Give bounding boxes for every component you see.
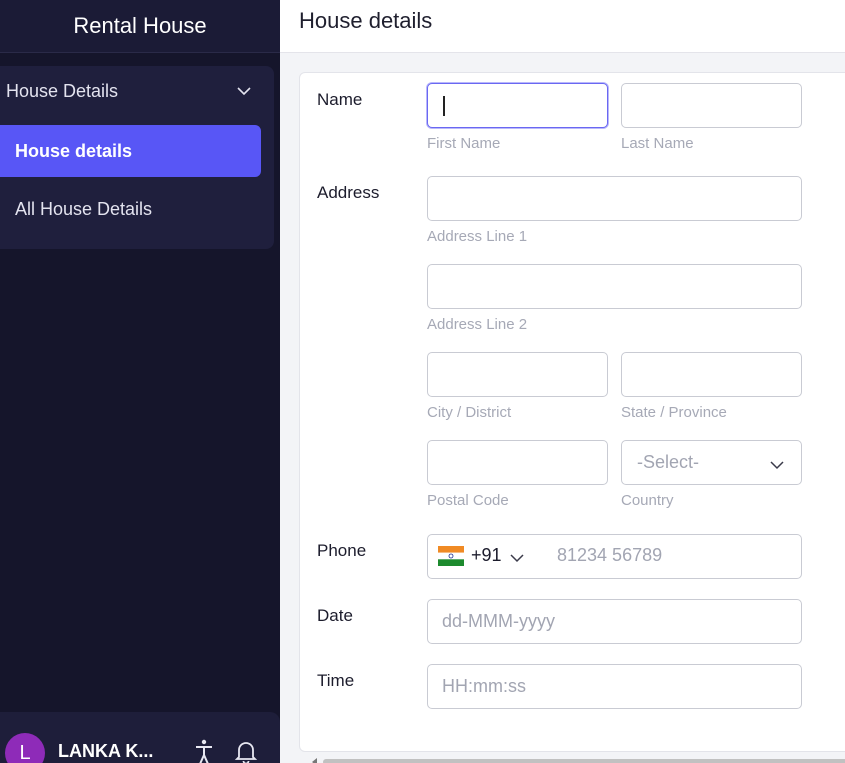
chevron-down-icon	[237, 87, 251, 96]
address-line2-input[interactable]	[427, 264, 802, 309]
sidebar-item-all-house-details[interactable]: All House Details	[0, 183, 261, 235]
top-bar: House details	[280, 0, 845, 53]
time-label: Time	[317, 671, 355, 690]
address-line1-input[interactable]	[427, 176, 802, 221]
postal-code-sublabel: Postal Code	[427, 492, 509, 509]
menu-group-house-details: House Details House details All House De…	[0, 66, 274, 249]
accessibility-icon[interactable]	[192, 738, 216, 763]
first-name-input[interactable]	[427, 83, 608, 128]
last-name-input[interactable]	[621, 83, 802, 128]
chevron-down-icon[interactable]	[509, 550, 525, 566]
country-select[interactable]: -Select-	[621, 440, 802, 485]
scrollbar-thumb[interactable]	[323, 759, 845, 763]
country-sublabel: Country	[621, 492, 674, 509]
date-label: Date	[317, 606, 353, 625]
sidebar: Rental House House Details House details…	[0, 0, 280, 763]
india-flag-icon[interactable]	[438, 546, 464, 566]
text-cursor	[443, 96, 445, 116]
chevron-down-icon	[770, 461, 784, 470]
sidebar-footer: L LANKA K...	[0, 712, 280, 763]
date-input[interactable]: dd-MMM-yyyy	[427, 599, 802, 644]
sidebar-item-label: All House Details	[15, 198, 153, 219]
sidebar-item-label: House details	[15, 140, 133, 161]
form-card	[299, 72, 845, 752]
sidebar-header: Rental House	[0, 0, 280, 53]
first-name-sublabel: First Name	[427, 135, 501, 152]
menu-group-toggle[interactable]: House Details	[0, 66, 274, 116]
user-name: LANKA K...	[58, 741, 154, 761]
date-placeholder: dd-MMM-yyyy	[442, 611, 555, 631]
address-label: Address	[317, 183, 380, 202]
address-line1-sublabel: Address Line 1	[427, 228, 528, 245]
state-input[interactable]	[621, 352, 802, 397]
avatar[interactable]: L	[5, 733, 45, 763]
sidebar-item-house-details[interactable]: House details	[0, 125, 261, 177]
app-title: Rental House	[73, 13, 207, 38]
time-placeholder: HH:mm:ss	[442, 676, 526, 696]
page-title: House details	[299, 8, 433, 33]
avatar-initial: L	[19, 741, 31, 763]
bell-icon[interactable]	[234, 738, 258, 763]
postal-code-input[interactable]	[427, 440, 608, 485]
city-input[interactable]	[427, 352, 608, 397]
name-label: Name	[317, 90, 363, 109]
phone-label: Phone	[317, 541, 367, 560]
time-input[interactable]: HH:mm:ss	[427, 664, 802, 709]
dial-code[interactable]: +91	[471, 545, 502, 566]
country-selected-value: -Select-	[637, 452, 700, 472]
phone-input[interactable]: +91 81234 56789	[427, 534, 802, 579]
city-sublabel: City / District	[427, 404, 512, 421]
scroll-left-arrow-icon[interactable]	[312, 758, 317, 763]
state-sublabel: State / Province	[621, 404, 727, 421]
phone-placeholder: 81234 56789	[557, 545, 663, 565]
last-name-sublabel: Last Name	[621, 135, 694, 152]
horizontal-scrollbar[interactable]	[305, 755, 845, 763]
address-line2-sublabel: Address Line 2	[427, 316, 528, 333]
menu-group-label: House Details	[6, 80, 119, 101]
